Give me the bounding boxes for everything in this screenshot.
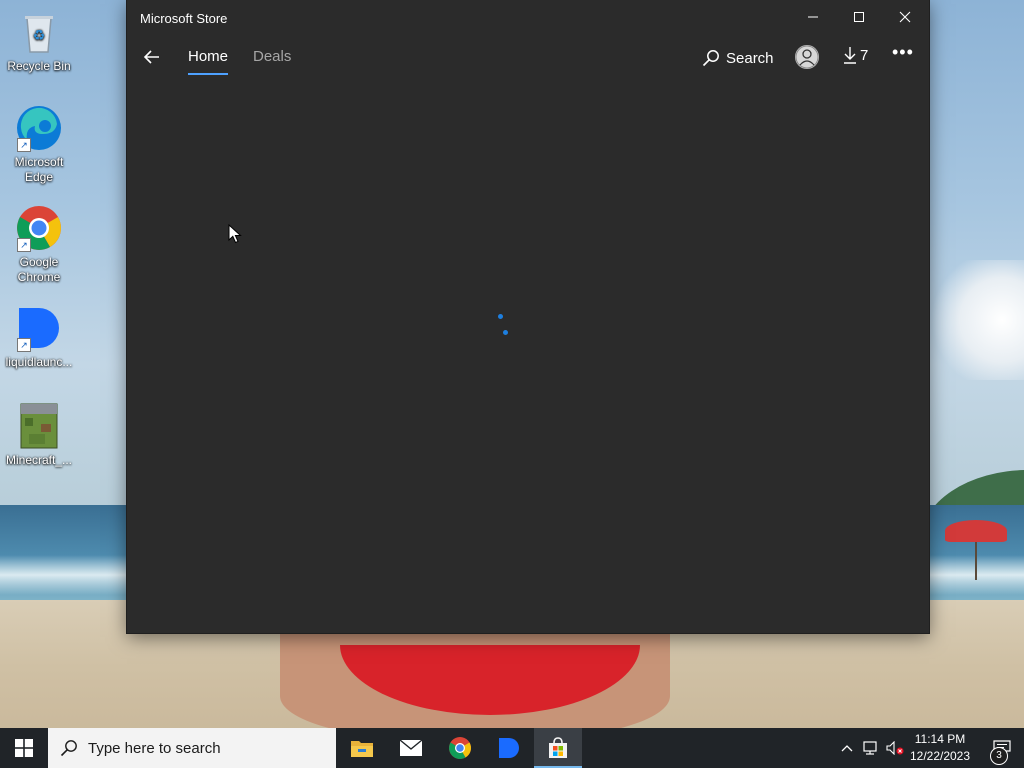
minimize-button[interactable] [790, 0, 836, 34]
taskbar-mail[interactable] [387, 728, 435, 768]
mail-icon [399, 739, 423, 756]
back-button[interactable] [141, 46, 163, 68]
microsoft-store-icon [549, 737, 567, 758]
taskbar-microsoft-store[interactable] [534, 728, 582, 768]
taskbar: Type here to search 11:14 PM 12/22/2023 … [0, 728, 1024, 768]
volume-button[interactable] [884, 728, 906, 768]
network-icon [863, 741, 877, 755]
search-icon [702, 50, 719, 67]
desktop-icon-liquidlauncher[interactable]: ↗ liquidlaunc... [0, 304, 78, 370]
spinner-dot [498, 314, 503, 319]
file-explorer-icon [351, 741, 373, 757]
network-button[interactable] [860, 728, 882, 768]
desktop-icon-label: Minecraft_... [5, 453, 73, 467]
window-title: Microsoft Store [140, 11, 228, 26]
liquidlauncher-icon: ↗ [15, 304, 63, 352]
recycle-bin-icon: ♻ [15, 8, 63, 56]
downloads-count: 7 [860, 46, 869, 64]
taskbar-file-explorer[interactable] [338, 728, 386, 768]
title-bar[interactable]: Microsoft Store [127, 0, 929, 36]
notification-count-badge: 3 [990, 747, 1008, 765]
tab-deals[interactable]: Deals [253, 48, 291, 65]
clock-time: 11:14 PM [914, 732, 966, 746]
desktop-icon-label: liquidlaunc... [5, 355, 73, 369]
account-icon [795, 45, 819, 69]
chrome-icon: ↗ [15, 204, 63, 252]
desktop-icon-microsoft-edge[interactable]: ↗ Microsoft Edge [0, 104, 78, 185]
shortcut-arrow-icon: ↗ [17, 138, 31, 152]
taskbar-chrome[interactable] [436, 728, 484, 768]
search-label: Search [726, 49, 774, 67]
maximize-button[interactable] [836, 0, 882, 34]
chrome-icon [449, 737, 471, 759]
close-button[interactable] [882, 0, 928, 34]
edge-icon: ↗ [15, 104, 63, 152]
maximize-icon [854, 12, 864, 22]
shortcut-arrow-icon: ↗ [17, 238, 31, 252]
volume-muted-icon [886, 741, 904, 755]
downloads-button[interactable]: 7 [843, 46, 868, 64]
desktop-icon-label: Recycle Bin [7, 59, 71, 73]
minimize-icon [808, 16, 818, 18]
search-icon [60, 739, 78, 757]
desktop-icon-minecraft[interactable]: Minecraft_... [0, 402, 78, 468]
download-icon [844, 47, 856, 64]
show-hidden-icons-button[interactable] [836, 728, 858, 768]
close-icon [899, 11, 911, 23]
more-options-button[interactable]: ••• [892, 42, 914, 63]
taskbar-clock[interactable]: 11:14 PM 12/22/2023 [905, 731, 975, 765]
svg-text:♻: ♻ [33, 28, 46, 44]
chevron-up-icon [841, 745, 853, 752]
tab-home[interactable]: Home [188, 48, 229, 75]
search-button[interactable]: Search [702, 46, 774, 70]
account-button[interactable] [795, 45, 819, 69]
minecraft-icon [15, 402, 63, 450]
desktop-icon-label: Microsoft Edge [14, 155, 64, 184]
microsoft-store-window: Microsoft Store Home Deals Search 7 ••• [127, 0, 929, 633]
desktop-icon-recycle-bin[interactable]: ♻ Recycle Bin [0, 8, 78, 74]
store-content-area [127, 80, 929, 633]
start-button[interactable] [0, 728, 48, 768]
clock-date: 12/22/2023 [909, 749, 971, 763]
desktop-icon-label: Google Chrome [17, 255, 61, 284]
liquidlauncher-icon [499, 738, 519, 758]
taskbar-search-box[interactable]: Type here to search [48, 728, 336, 768]
windows-logo-icon [15, 739, 33, 757]
back-arrow-icon [143, 50, 159, 64]
taskbar-liquidlauncher[interactable] [485, 728, 533, 768]
spinner-dot [503, 330, 508, 335]
desktop-icon-google-chrome[interactable]: ↗ Google Chrome [0, 204, 78, 285]
store-nav-bar: Home Deals Search 7 ••• [127, 36, 929, 80]
taskbar-search-placeholder: Type here to search [88, 739, 221, 757]
mouse-cursor-icon [228, 224, 242, 244]
shortcut-arrow-icon: ↗ [17, 338, 31, 352]
